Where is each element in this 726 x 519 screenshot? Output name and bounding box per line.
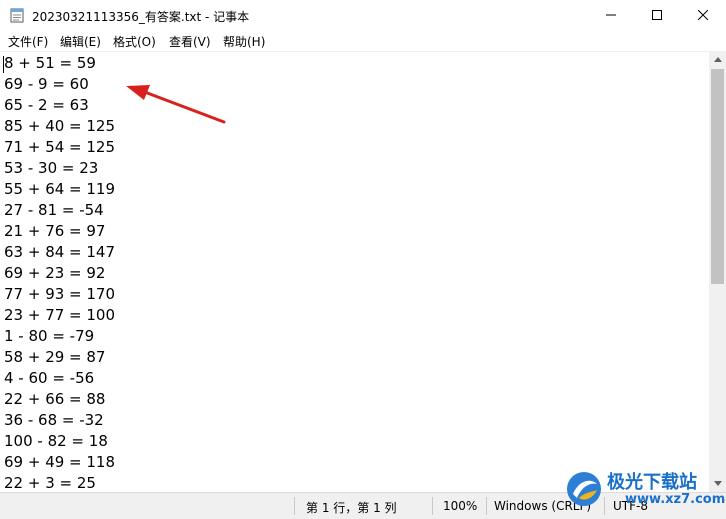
annotation-arrow-icon	[126, 85, 226, 124]
status-separator	[294, 497, 295, 515]
menu-bar: 文件(F) 编辑(E) 格式(O) 查看(V) 帮助(H)	[0, 30, 726, 51]
text-line: 77 + 93 = 170	[4, 285, 116, 303]
menu-edit[interactable]: 编辑(E)	[60, 33, 101, 50]
text-line: 85 + 40 = 125	[4, 117, 116, 135]
text-line: 58 + 29 = 87	[4, 348, 106, 366]
text-editor[interactable]: 8 + 51 = 59 69 - 9 = 60 65 - 2 = 63 85 +…	[0, 51, 709, 493]
text-line: 22 + 66 = 88	[4, 390, 106, 408]
notepad-icon	[10, 8, 24, 23]
text-line: 71 + 54 = 125	[4, 138, 116, 156]
text-line: 8 + 51 = 59	[4, 54, 96, 72]
close-button[interactable]	[680, 0, 726, 30]
status-separator	[432, 497, 433, 515]
text-line: 65 - 2 = 63	[4, 96, 89, 114]
zoom-level: 100%	[443, 499, 478, 513]
text-line: 23 + 77 = 100	[4, 306, 116, 324]
text-line: 69 - 9 = 60	[4, 75, 89, 93]
title-bar[interactable]: 20230321113356_有答案.txt - 记事本	[0, 0, 726, 30]
scrollbar-thumb[interactable]	[711, 69, 724, 284]
watermark-name: 极光下载站	[607, 472, 697, 493]
text-line: 63 + 84 = 147	[4, 243, 116, 261]
menu-format[interactable]: 格式(O)	[113, 33, 156, 50]
text-line: 27 - 81 = -54	[4, 201, 104, 219]
text-line: 53 - 30 = 23	[4, 159, 99, 177]
watermark: 极光下载站 www.xz7.com	[565, 466, 726, 512]
window-title: 20230321113356_有答案.txt - 记事本	[32, 10, 250, 24]
scroll-up-button[interactable]	[709, 51, 726, 68]
cursor-position: 第 1 行，第 1 列	[306, 501, 397, 515]
status-separator	[486, 497, 487, 515]
close-icon	[698, 10, 708, 20]
watermark-logo-icon	[567, 472, 601, 506]
maximize-button[interactable]	[634, 0, 680, 30]
maximize-icon	[652, 10, 662, 20]
minimize-button[interactable]	[588, 0, 634, 30]
menu-view[interactable]: 查看(V)	[169, 33, 211, 50]
text-line: 1 - 80 = -79	[4, 327, 95, 345]
text-line: 36 - 68 = -32	[4, 411, 104, 429]
text-line: 69 + 23 = 92	[4, 264, 106, 282]
text-line: 4 - 60 = -56	[4, 369, 95, 387]
menu-file[interactable]: 文件(F)	[8, 33, 48, 50]
menu-help[interactable]: 帮助(H)	[223, 33, 265, 50]
text-line: 21 + 76 = 97	[4, 222, 106, 240]
text-line: 22 + 3 = 25	[4, 474, 96, 492]
minimize-icon	[606, 14, 616, 16]
text-line: 55 + 64 = 119	[4, 180, 116, 198]
text-line: 69 + 49 = 118	[4, 453, 116, 471]
text-line: 100 - 82 = 18	[4, 432, 108, 450]
vertical-scrollbar[interactable]	[709, 51, 726, 492]
watermark-url: www.xz7.com	[625, 492, 726, 507]
chevron-up-icon	[713, 57, 722, 62]
